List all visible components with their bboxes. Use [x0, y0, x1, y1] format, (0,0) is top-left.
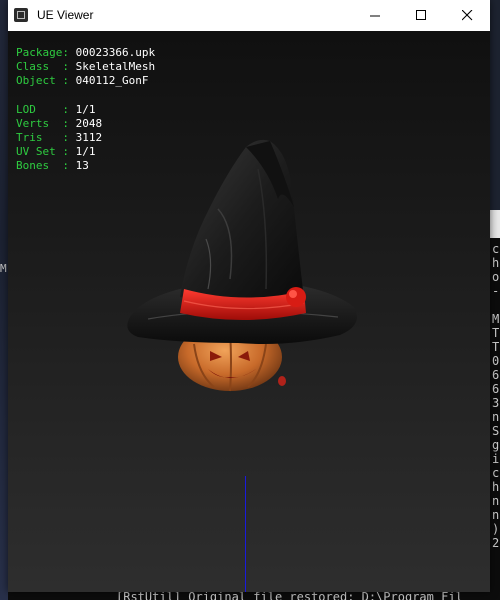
console-char: 3	[492, 396, 500, 410]
package-value: 00023366.upk	[75, 46, 156, 59]
uvset-label: UV Set :	[16, 145, 76, 158]
object-value: 040112_GonF	[75, 74, 149, 87]
console-char: n	[492, 508, 500, 522]
console-text-column: c h o - M T T 0 6 6 3 n S g i c h n n ) …	[492, 242, 500, 550]
z-axis-line	[245, 476, 246, 592]
tris-label: Tris :	[16, 131, 76, 144]
maximize-icon	[416, 10, 426, 20]
maximize-button[interactable]	[398, 0, 444, 31]
bones-label: Bones :	[16, 159, 76, 172]
console-char: n	[492, 410, 500, 424]
console-char: T	[492, 340, 500, 354]
console-char: 0	[492, 354, 500, 368]
minimize-icon	[370, 15, 380, 17]
console-char: 6	[492, 382, 500, 396]
class-value: SkeletalMesh	[75, 60, 156, 73]
console-char: o	[492, 270, 500, 284]
tris-value: 3112	[75, 131, 103, 144]
console-char: -	[492, 284, 500, 298]
desktop-text-fragment: M	[0, 262, 7, 275]
witch-hat-pumpkin-icon[interactable]	[118, 129, 378, 399]
3d-viewport[interactable]: Package: 00023366.upk Class : SkeletalMe…	[8, 31, 490, 592]
console-char: h	[492, 256, 500, 270]
console-char: )	[492, 522, 500, 536]
mesh-info-header: Package: 00023366.upk Class : SkeletalMe…	[16, 46, 155, 88]
object-label: Object :	[16, 74, 76, 87]
uvset-value: 1/1	[75, 145, 96, 158]
lod-label: LOD :	[16, 103, 76, 116]
console-titlebar-fragment	[490, 210, 500, 238]
console-char: i	[492, 452, 500, 466]
background-console-window[interactable]: c h o - M T T 0 6 6 3 n S g i c h n n ) …	[490, 210, 500, 600]
console-char: g	[492, 438, 500, 452]
ue-viewer-window[interactable]: UE Viewer Package: 00023366.upk Class : …	[8, 0, 490, 592]
console-char: S	[492, 424, 500, 438]
package-label: Package:	[16, 46, 76, 59]
console-char: h	[492, 480, 500, 494]
verts-value: 2048	[75, 117, 103, 130]
console-char: M	[492, 312, 500, 326]
console-char: 6	[492, 368, 500, 382]
minimize-button[interactable]	[352, 0, 398, 31]
hat-cone	[180, 139, 304, 305]
window-title: UE Viewer	[37, 8, 94, 22]
lod-value: 1/1	[75, 103, 96, 116]
console-char: c	[492, 466, 500, 480]
console-char: c	[492, 242, 500, 256]
desktop-background: M	[0, 0, 8, 600]
close-button[interactable]	[444, 0, 490, 31]
console-char: T	[492, 326, 500, 340]
close-icon	[462, 10, 473, 21]
titlebar[interactable]: UE Viewer	[8, 0, 490, 31]
verts-label: Verts :	[16, 117, 76, 130]
bones-value: 13	[75, 159, 89, 172]
console-log-line: [RstUtil] Original file restored: D:\Pro…	[116, 590, 463, 600]
mesh-stats: LOD : 1/1 Verts : 2048 Tris : 3112 UV Se…	[16, 103, 102, 173]
console-char	[492, 298, 500, 312]
console-char: n	[492, 494, 500, 508]
class-label: Class :	[16, 60, 76, 73]
console-char: 2	[492, 536, 500, 550]
app-icon	[14, 8, 28, 22]
